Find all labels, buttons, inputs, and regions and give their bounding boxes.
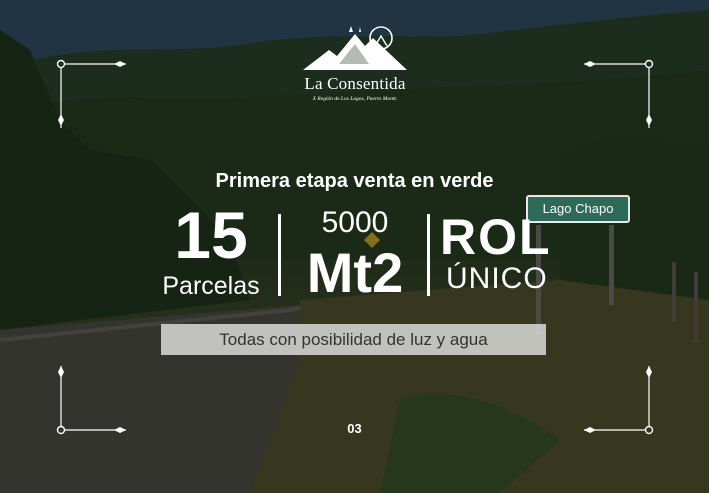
area-number: 5000 — [321, 206, 389, 239]
rol-label: ÚNICO — [446, 262, 548, 295]
parcels-label: Parcelas — [162, 272, 260, 300]
corner-ornament-top-left — [56, 59, 126, 128]
divider-right — [427, 214, 430, 296]
utilities-banner: Todas con posibilidad de luz y agua — [161, 324, 546, 355]
area-unit: Mt2 — [306, 241, 404, 304]
brand-logo: La Consentida X Región de Los Lagos, Pue… — [297, 24, 413, 102]
headline: Primera etapa venta en verde — [215, 170, 494, 192]
brand-name: La Consentida — [304, 74, 406, 93]
mountain-logo-icon — [303, 26, 407, 70]
divider-left — [278, 214, 281, 296]
page-number: 03 — [347, 421, 362, 436]
slide: Lago Chapo La Consentida X Región de Los… — [0, 0, 709, 493]
brand-subtitle: X Región de Los Lagos, Puerto Montt. — [312, 96, 398, 102]
rol-word: ROL — [440, 209, 552, 265]
parcels-number: 15 — [174, 198, 248, 272]
corner-ornament-top-right — [584, 59, 654, 128]
